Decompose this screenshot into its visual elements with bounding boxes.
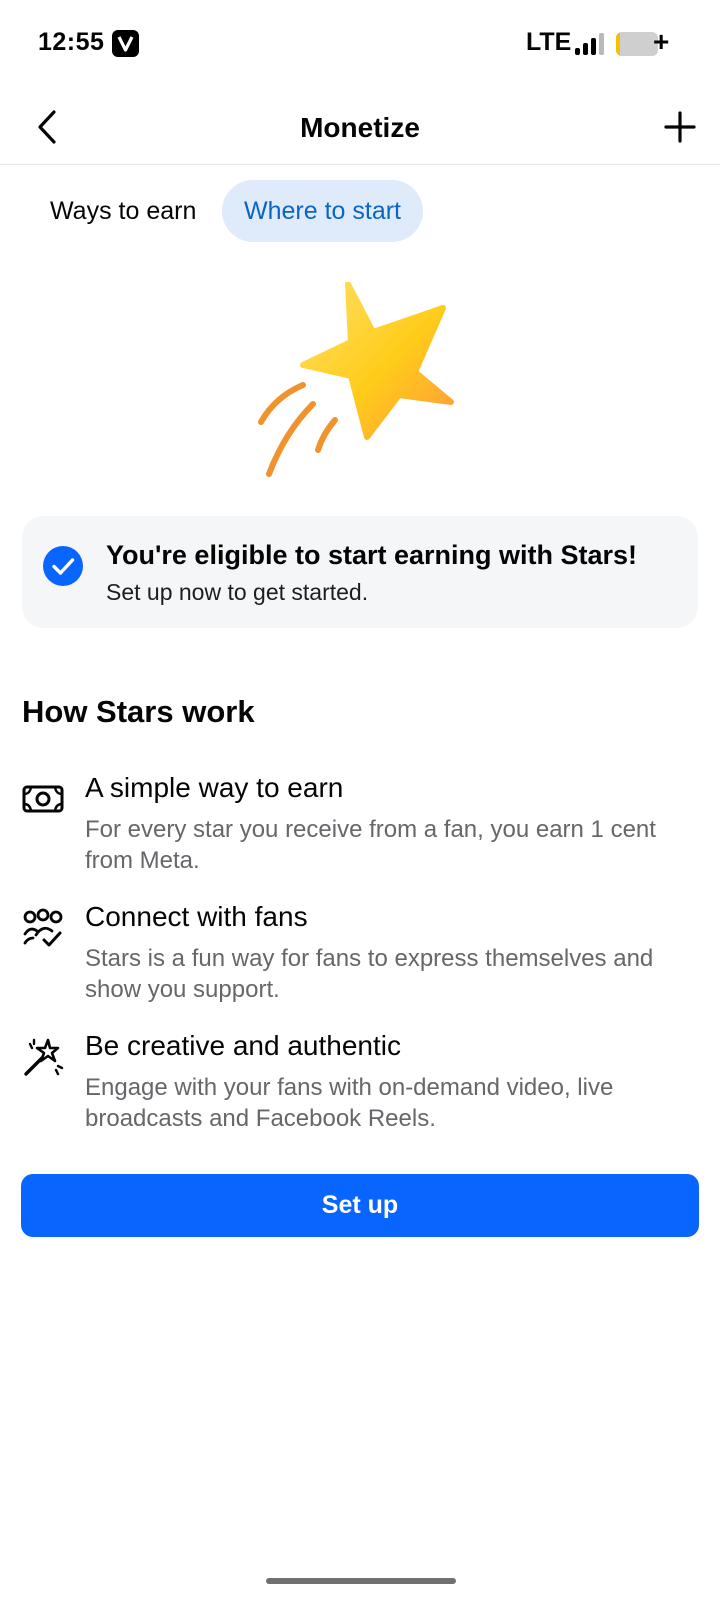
setup-button[interactable]: Set up <box>21 1174 699 1237</box>
battery-icon <box>616 32 658 56</box>
money-icon <box>22 785 64 813</box>
feature-title: Connect with fans <box>85 901 308 932</box>
tab-ways-to-earn[interactable]: Ways to earn <box>28 180 218 242</box>
section-title: How Stars work <box>22 694 255 729</box>
home-indicator[interactable] <box>266 1578 456 1584</box>
tab-where-to-start[interactable]: Where to start <box>222 180 423 242</box>
status-bar: 12:55 LTE + <box>0 0 720 90</box>
v-badge-icon <box>112 30 139 57</box>
check-circle-icon <box>43 546 83 586</box>
feature-title: A simple way to earn <box>85 772 344 803</box>
feature-description: For every star you receive from a fan, y… <box>85 816 656 874</box>
eligibility-subtitle: Set up now to get started. <box>106 579 369 605</box>
charging-icon: + <box>653 26 670 57</box>
top-bar: Monetize <box>0 90 720 165</box>
add-button[interactable] <box>660 106 700 148</box>
eligibility-title: You're eligible to start earning with St… <box>106 540 638 570</box>
shooting-star-icon <box>255 281 465 492</box>
network-type: LTE <box>526 28 572 56</box>
status-time: 12:55 <box>38 28 105 56</box>
people-check-icon <box>23 908 63 947</box>
eligibility-card: You're eligible to start earning with St… <box>22 516 698 628</box>
signal-icon <box>575 33 609 55</box>
page-title: Monetize <box>300 112 420 143</box>
plus-icon <box>664 111 696 143</box>
feature-description: Engage with your fans with on-demand vid… <box>85 1074 614 1132</box>
magic-wand-icon <box>24 1038 64 1076</box>
feature-title: Be creative and authentic <box>85 1030 401 1061</box>
feature-description: Stars is a fun way for fans to express t… <box>85 945 654 1003</box>
